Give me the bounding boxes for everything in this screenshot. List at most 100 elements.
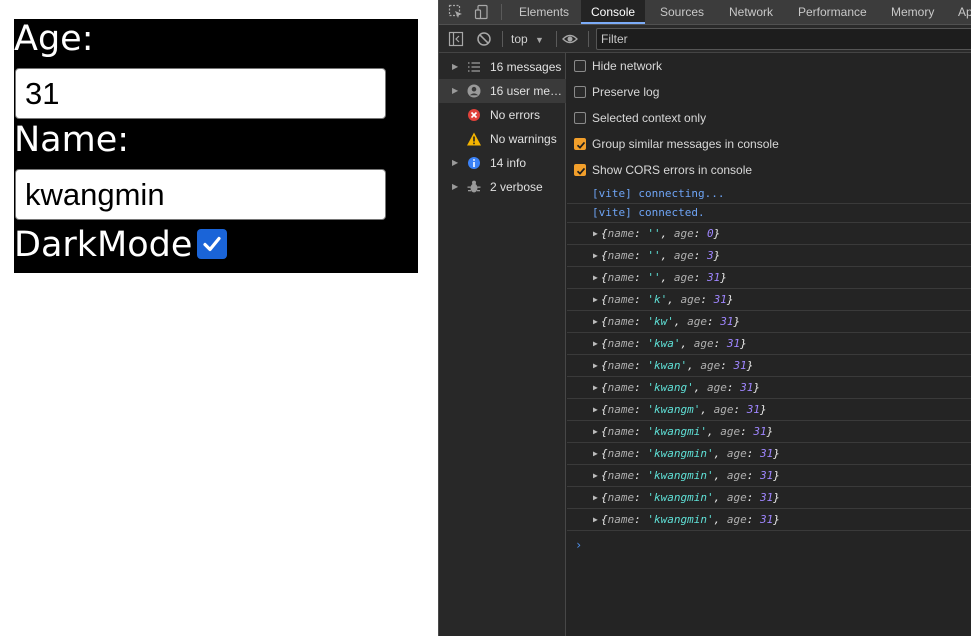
sidebar-item-errors[interactable]: No errors (439, 103, 566, 127)
info-icon (466, 155, 482, 171)
sidebar-item-user-messages[interactable]: ▶ 16 user me… (439, 79, 566, 103)
preserve-log-checkbox[interactable] (574, 86, 586, 98)
log-object-row[interactable]: ▶ {name: 'kwangmin', age: 31} (567, 487, 971, 509)
log-object-row[interactable]: ▶ {name: '', age: 3} (567, 245, 971, 267)
punctuation: } (733, 315, 741, 328)
name-value: 'kwangmi' (647, 425, 707, 438)
filter-input[interactable] (596, 28, 971, 50)
expand-arrow-icon[interactable]: ▶ (593, 399, 598, 420)
sidebar-item-info[interactable]: ▶ 14 info (439, 151, 566, 175)
property-key: age (726, 513, 747, 526)
clear-console-icon[interactable] (476, 31, 492, 47)
log-object-row[interactable]: ▶ {name: '', age: 31} (567, 267, 971, 289)
tab-elements[interactable]: Elements (509, 0, 579, 24)
setting-preserve-log[interactable]: Preserve log (567, 79, 971, 105)
sidebar-item-verbose[interactable]: ▶ 2 verbose (439, 175, 566, 199)
expand-arrow-icon[interactable]: ▶ (593, 355, 598, 376)
expand-arrow-icon[interactable]: ▶ (452, 55, 458, 79)
sidebar-toggle-icon[interactable] (448, 31, 464, 47)
tab-network[interactable]: Network (719, 0, 783, 24)
log-object-row[interactable]: ▶ {name: 'kw', age: 31} (567, 311, 971, 333)
selected-context-checkbox[interactable] (574, 112, 586, 124)
expand-arrow-icon[interactable]: ▶ (593, 487, 598, 508)
property-key: age (713, 403, 734, 416)
expand-arrow-icon[interactable]: ▶ (593, 443, 598, 464)
setting-hide-network[interactable]: Hide network (567, 53, 971, 79)
expand-arrow-icon[interactable]: ▶ (452, 175, 458, 199)
context-select[interactable]: top ▼ (511, 31, 544, 47)
expand-arrow-icon[interactable]: ▶ (593, 245, 598, 266)
sidebar-item-messages[interactable]: ▶ 16 messages (439, 55, 566, 79)
log-text: [vite] connected. (592, 206, 705, 219)
setting-label: Preserve log (592, 85, 660, 99)
setting-show-cors-errors[interactable]: Show CORS errors in console (567, 157, 971, 183)
log-object-row[interactable]: ▶ {name: 'kwangmi', age: 31} (567, 421, 971, 443)
name-label: Name: (14, 120, 130, 160)
expand-arrow-icon[interactable]: ▶ (452, 79, 458, 103)
group-similar-checkbox[interactable] (574, 138, 586, 150)
expand-arrow-icon[interactable]: ▶ (593, 421, 598, 442)
device-toolbar-icon[interactable] (474, 4, 490, 20)
log-object-row[interactable]: ▶ {name: '', age: 0} (567, 223, 971, 245)
setting-group-similar[interactable]: Group similar messages in console (567, 131, 971, 157)
live-expression-eye-icon[interactable] (562, 31, 578, 47)
punctuation: , (713, 513, 727, 526)
object-preview: {name: 'kwangmin', age: 31} (601, 443, 780, 464)
punctuation: { (601, 271, 608, 284)
punctuation: { (601, 359, 608, 372)
log-object-row[interactable]: ▶ {name: 'kwa', age: 31} (567, 333, 971, 355)
inspect-element-icon[interactable] (448, 4, 464, 20)
tab-memory[interactable]: Memory (881, 0, 944, 24)
property-key: age (673, 227, 694, 240)
setting-label: Selected context only (592, 111, 707, 125)
punctuation: : (740, 425, 754, 438)
show-cors-checkbox[interactable] (574, 164, 586, 176)
setting-selected-context-only[interactable]: Selected context only (567, 105, 971, 131)
warning-icon (466, 131, 482, 147)
age-value: 31 (746, 403, 760, 416)
log-object-row[interactable]: ▶ {name: 'k', age: 31} (567, 289, 971, 311)
name-input[interactable] (15, 169, 386, 220)
punctuation: { (601, 315, 608, 328)
hide-network-checkbox[interactable] (574, 60, 586, 72)
age-input[interactable] (15, 68, 386, 119)
expand-arrow-icon[interactable]: ▶ (593, 267, 598, 288)
age-value: 31 (733, 359, 747, 372)
age-value: 0 (707, 227, 714, 240)
age-value: 3 (707, 249, 714, 262)
expand-arrow-icon[interactable]: ▶ (593, 289, 598, 310)
expand-arrow-icon[interactable]: ▶ (593, 311, 598, 332)
log-object-row[interactable]: ▶ {name: 'kwang', age: 31} (567, 377, 971, 399)
context-value: top (511, 32, 528, 46)
darkmode-label: DarkMode (14, 225, 193, 265)
expand-arrow-icon[interactable]: ▶ (593, 333, 598, 354)
punctuation: : (634, 469, 648, 482)
expand-arrow-icon[interactable]: ▶ (593, 377, 598, 398)
tab-application[interactable]: Ap (948, 0, 971, 24)
punctuation: : (733, 403, 747, 416)
darkmode-checkbox[interactable] (197, 229, 227, 259)
sidebar-item-warnings[interactable]: No warnings (439, 127, 566, 151)
log-object-row[interactable]: ▶ {name: 'kwangmin', age: 31} (567, 509, 971, 531)
log-object-row[interactable]: ▶ {name: 'kwangmin', age: 31} (567, 443, 971, 465)
tab-performance[interactable]: Performance (788, 0, 877, 24)
property-key: age (726, 447, 747, 460)
log-object-row[interactable]: ▶ {name: 'kwan', age: 31} (567, 355, 971, 377)
log-object-row[interactable]: ▶ {name: 'kwangmin', age: 31} (567, 465, 971, 487)
log-object-row[interactable]: ▶ {name: 'kwangm', age: 31} (567, 399, 971, 421)
punctuation: { (601, 403, 608, 416)
object-preview: {name: 'kwangmin', age: 31} (601, 465, 780, 486)
name-value: 'kwangmin' (647, 491, 714, 504)
property-key: name (607, 315, 635, 328)
expand-arrow-icon[interactable]: ▶ (593, 509, 598, 530)
expand-arrow-icon[interactable]: ▶ (593, 465, 598, 486)
expand-arrow-icon[interactable]: ▶ (593, 223, 598, 244)
expand-arrow-icon[interactable]: ▶ (452, 151, 458, 175)
name-value: 'kw' (647, 315, 674, 328)
tab-console[interactable]: Console (581, 0, 646, 24)
property-key: name (607, 491, 635, 504)
console-prompt[interactable]: › (575, 535, 970, 555)
age-value: 31 (759, 469, 774, 482)
tab-sources[interactable]: Sources (650, 0, 714, 24)
punctuation: : (634, 227, 648, 240)
